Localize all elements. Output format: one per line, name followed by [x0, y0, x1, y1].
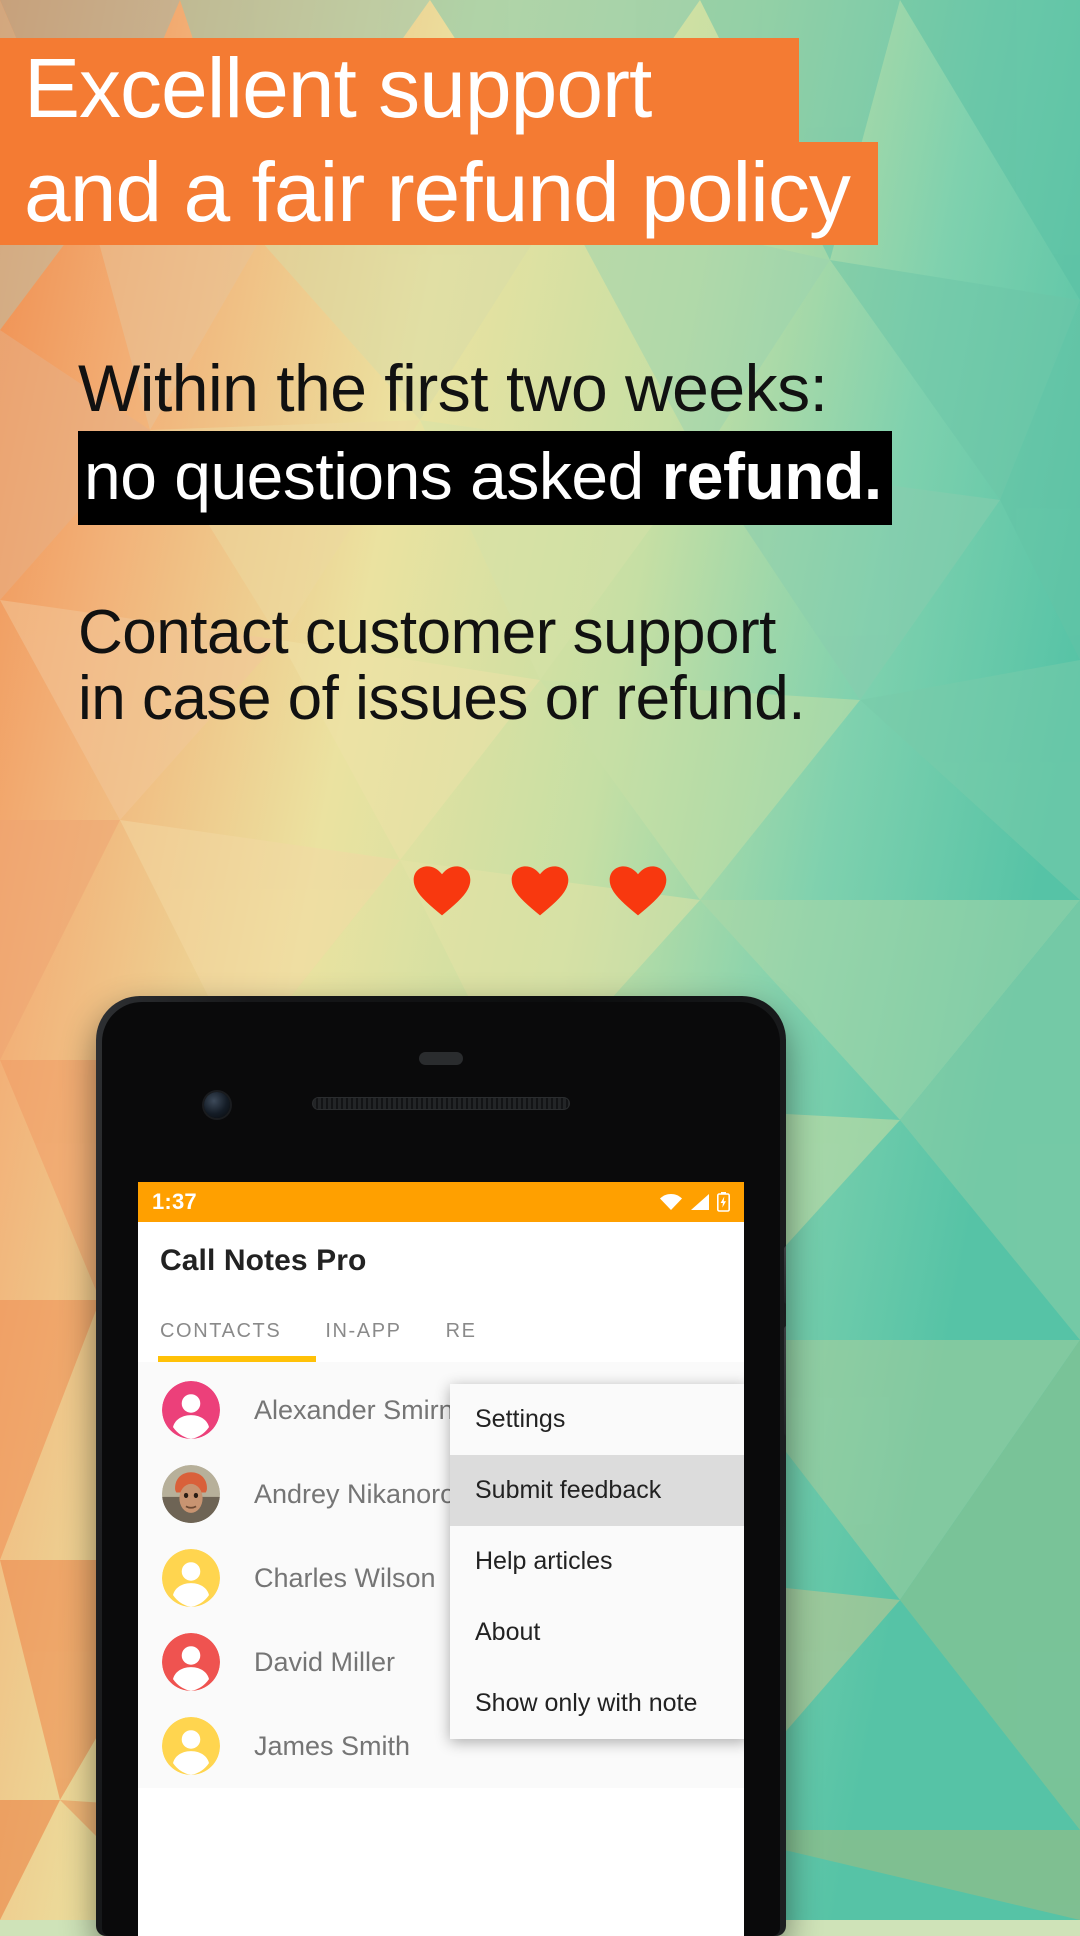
- avatar: [162, 1465, 220, 1523]
- wifi-icon: [660, 1194, 682, 1210]
- headline: Excellent support and a fair refund poli…: [0, 38, 1080, 246]
- headline-line-1: Excellent support: [0, 38, 800, 142]
- heart-icon: [511, 866, 569, 916]
- power-button[interactable]: [784, 1246, 786, 1304]
- tab-recent[interactable]: RE: [446, 1320, 477, 1343]
- menu-item-settings[interactable]: Settings: [450, 1384, 744, 1455]
- support-contact-block: Contact customer support in case of issu…: [78, 600, 1038, 731]
- tab-bar: CONTACTS IN-APP RE: [138, 1300, 744, 1362]
- speaker-grille-icon: [312, 1097, 570, 1110]
- heart-icon: [610, 866, 667, 916]
- tab-contacts[interactable]: CONTACTS: [160, 1320, 281, 1343]
- contact-name: Alexander Smirnov: [254, 1394, 483, 1425]
- contact-name: Andrey Nikanorov: [254, 1478, 469, 1509]
- heart-icon: [413, 866, 470, 916]
- refund-promise-line-1: Within the first two weeks:: [78, 351, 828, 425]
- refund-promise-highlight: no questions asked refund.: [78, 431, 892, 525]
- phone-bezel: 1:37 Call Notes Pro CONTACTS IN-APP RE A…: [102, 1002, 780, 1936]
- menu-item-submit-feedback[interactable]: Submit feedback: [450, 1455, 744, 1526]
- menu-item-help-articles[interactable]: Help articles: [450, 1526, 744, 1597]
- contact-name: David Miller: [254, 1646, 396, 1677]
- overflow-menu: Settings Submit feedback Help articles A…: [450, 1384, 744, 1739]
- volume-button[interactable]: [784, 1326, 786, 1436]
- avatar: [162, 1633, 220, 1691]
- headline-line-2: and a fair refund policy: [0, 141, 878, 246]
- menu-item-about[interactable]: About: [450, 1597, 744, 1668]
- refund-promise-bold: refund.: [661, 439, 883, 513]
- tab-in-app[interactable]: IN-APP: [325, 1320, 401, 1343]
- support-contact-line-1: Contact customer support: [78, 598, 776, 667]
- front-camera-icon: [204, 1092, 230, 1118]
- contact-name: James Smith: [254, 1730, 411, 1761]
- hearts-row: [0, 855, 1080, 923]
- phone-screen: 1:37 Call Notes Pro CONTACTS IN-APP RE A…: [138, 1182, 744, 1936]
- battery-icon: [717, 1192, 730, 1212]
- menu-item-show-only-with-note[interactable]: Show only with note: [450, 1668, 744, 1739]
- refund-promise-plain: no questions asked: [84, 439, 662, 513]
- contact-name: Charles Wilson: [254, 1562, 436, 1593]
- avatar: [162, 1549, 220, 1607]
- app-title: Call Notes Pro: [160, 1244, 367, 1277]
- signal-icon: [691, 1194, 709, 1210]
- avatar: [162, 1717, 220, 1775]
- earpiece-icon: [419, 1052, 463, 1065]
- tab-indicator: [158, 1356, 316, 1362]
- phone-mockup: 1:37 Call Notes Pro CONTACTS IN-APP RE A…: [96, 996, 786, 1936]
- app-bar: Call Notes Pro: [138, 1222, 744, 1300]
- status-bar-clock: 1:37: [152, 1189, 197, 1214]
- avatar: [162, 1381, 220, 1439]
- status-bar: 1:37: [138, 1182, 744, 1222]
- support-contact-line-2: in case of issues or refund.: [78, 663, 805, 733]
- refund-promise-block: Within the first two weeks: no questions…: [78, 355, 1018, 525]
- phone-body: 1:37 Call Notes Pro CONTACTS IN-APP RE A…: [96, 996, 786, 1936]
